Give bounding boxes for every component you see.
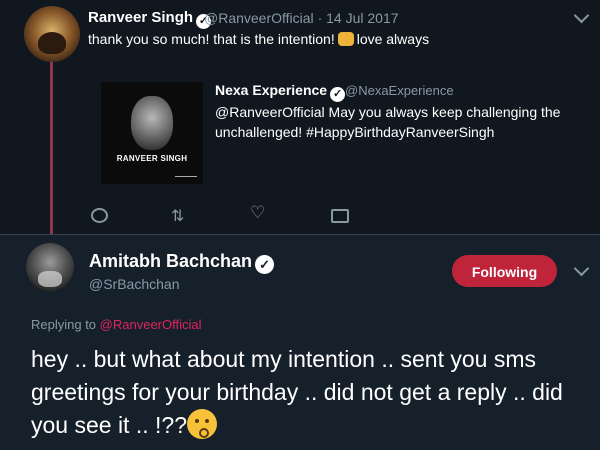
verified-badge-icon: ✓ bbox=[255, 255, 275, 274]
like-icon[interactable]: ♡ bbox=[250, 203, 265, 223]
quoted-handle[interactable]: @NexaExperience bbox=[345, 83, 454, 98]
portrait-image bbox=[131, 96, 173, 150]
tweet-handle[interactable]: @RanveerOfficial bbox=[204, 10, 314, 26]
chevron-down-icon[interactable] bbox=[573, 7, 590, 24]
tweet-meta: @RanveerOfficial · 14 Jul 2017 bbox=[204, 10, 399, 26]
reply-tweet-text: hey .. but what about my intention .. se… bbox=[31, 346, 563, 439]
avatar-ranveer-singh[interactable] bbox=[24, 6, 80, 62]
quoted-author-name[interactable]: Nexa Experience ✓ bbox=[215, 82, 346, 102]
signature-mark bbox=[175, 172, 197, 177]
tweet-text: thank you so much! that is the intention… bbox=[88, 31, 430, 47]
tweet-author-name[interactable]: Ranveer Singh ✓ bbox=[88, 9, 212, 29]
following-button[interactable]: Following bbox=[452, 255, 557, 287]
quoted-tweet-image[interactable]: RANVEER SINGH bbox=[101, 82, 203, 184]
retweet-icon[interactable]: ⇅ bbox=[171, 206, 184, 226]
fist-bump-emoji-icon bbox=[337, 32, 354, 46]
replying-to: Replying to @RanveerOfficial bbox=[31, 317, 202, 332]
ranveer-tweet: Ranveer Singh ✓ @RanveerOfficial · 14 Jul… bbox=[0, 0, 600, 234]
kissing-face-emoji-icon bbox=[186, 409, 217, 439]
quoted-tweet-text: @RanveerOfficial May you always keep cha… bbox=[215, 104, 561, 140]
divider bbox=[0, 234, 600, 235]
chevron-down-icon[interactable] bbox=[573, 260, 590, 277]
reply-icon[interactable] bbox=[91, 208, 108, 223]
image-caption: RANVEER SINGH bbox=[116, 154, 188, 163]
tweet-date[interactable]: 14 Jul 2017 bbox=[326, 10, 398, 26]
verified-badge-icon: ✓ bbox=[330, 87, 346, 102]
avatar-amitabh-bachchan[interactable] bbox=[26, 243, 74, 291]
replying-mention-link[interactable]: @RanveerOfficial bbox=[100, 317, 202, 332]
reply-author-name[interactable]: Amitabh Bachchan ✓ bbox=[89, 251, 275, 274]
direct-message-icon[interactable] bbox=[331, 209, 349, 223]
thread-line bbox=[50, 58, 53, 234]
reply-handle[interactable]: @SrBachchan bbox=[89, 276, 179, 292]
meta-separator: · bbox=[317, 10, 323, 26]
